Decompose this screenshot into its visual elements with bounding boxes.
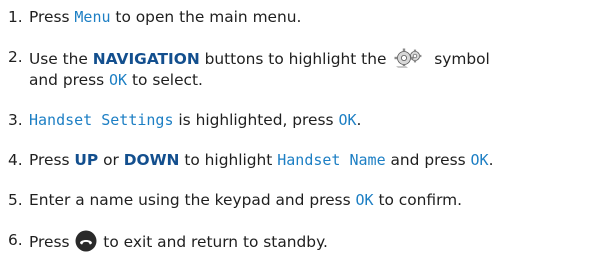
step-text: . bbox=[356, 111, 362, 129]
step-2: 2. Use the NAVIGATION buttons to highlig… bbox=[8, 47, 589, 91]
step-text: is highlighted, press bbox=[173, 111, 339, 129]
step-text: and press bbox=[385, 151, 471, 169]
ok-key-label: OK bbox=[470, 151, 489, 169]
up-key-label: UP bbox=[74, 151, 99, 169]
step-text: . bbox=[488, 151, 494, 169]
handset-settings-label: Handset Settings bbox=[29, 111, 174, 129]
step-6: 6. Press to exit and return to standby. bbox=[8, 230, 589, 253]
step-text: Press bbox=[29, 233, 75, 251]
step-text: to exit and return to standby. bbox=[98, 233, 328, 251]
step-number: 6. bbox=[8, 231, 23, 249]
step-number: 5. bbox=[8, 191, 23, 209]
down-key-label: DOWN bbox=[123, 151, 180, 169]
step-text: Press bbox=[29, 8, 75, 26]
step-text: to open the main menu. bbox=[110, 8, 302, 26]
end-call-icon bbox=[75, 230, 97, 252]
ok-key-label: OK bbox=[355, 191, 374, 209]
step-number: 4. bbox=[8, 151, 23, 169]
step-number: 1. bbox=[8, 8, 23, 26]
step-1: 1. Press Menu to open the main menu. bbox=[8, 7, 589, 28]
step-number: 2. bbox=[8, 48, 23, 66]
step-text: Enter a name using the keypad and press bbox=[29, 191, 356, 209]
ok-key-label: OK bbox=[338, 111, 357, 129]
step-text: to confirm. bbox=[373, 191, 463, 209]
step-text: buttons to highlight the bbox=[199, 50, 392, 68]
step-text: or bbox=[98, 151, 124, 169]
step-text: to highlight bbox=[179, 151, 278, 169]
settings-gear-icon bbox=[393, 47, 423, 69]
handset-name-label: Handset Name bbox=[277, 151, 386, 169]
menu-key-label: Menu bbox=[74, 8, 111, 26]
step-text: Press bbox=[29, 151, 75, 169]
step-4: 4. Press UP or DOWN to highlight Handset… bbox=[8, 150, 589, 171]
step-5: 5. Enter a name using the keypad and pre… bbox=[8, 190, 589, 211]
navigation-key-label: NAVIGATION bbox=[92, 50, 200, 68]
instruction-steps: 1. Press Menu to open the main menu. 2. … bbox=[0, 0, 589, 253]
step-text: to select. bbox=[127, 71, 203, 89]
step-text: and press bbox=[29, 71, 110, 89]
step-text: Use the bbox=[29, 50, 93, 68]
step-text: symbol bbox=[429, 50, 490, 68]
step-3: 3. Handset Settings is highlighted, pres… bbox=[8, 110, 589, 131]
step-number: 3. bbox=[8, 111, 23, 129]
ok-key-label: OK bbox=[109, 71, 128, 89]
